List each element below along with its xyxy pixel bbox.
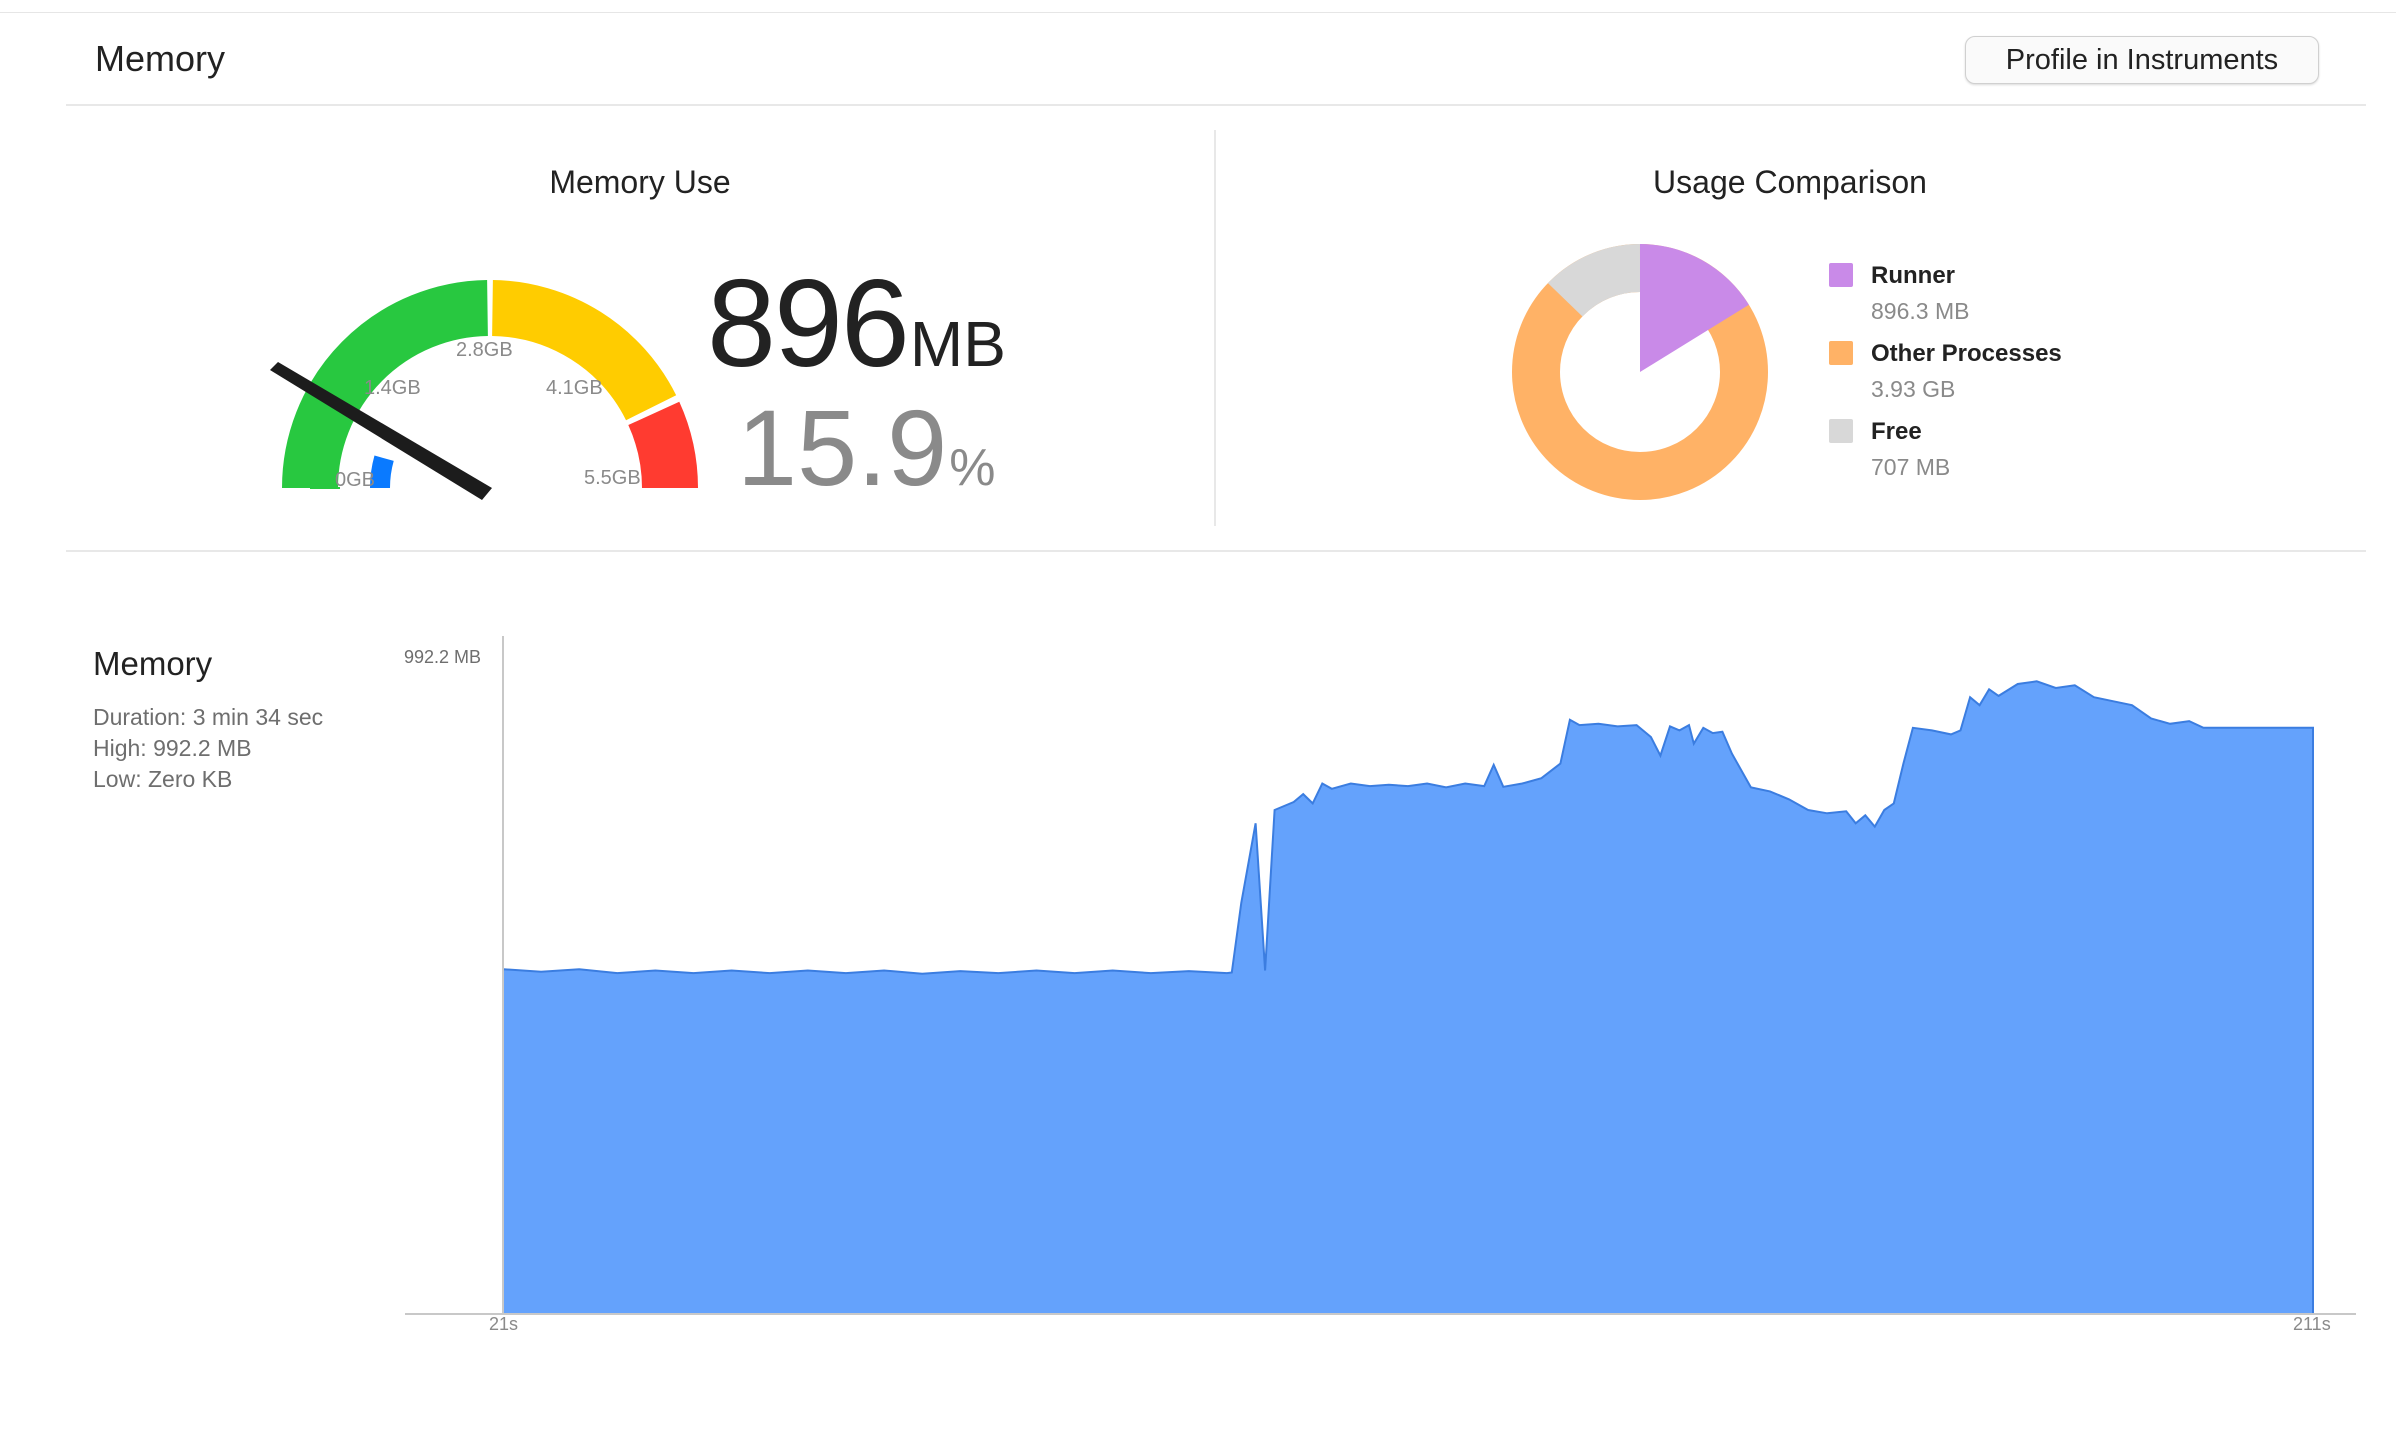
memory-history-chart: 992.2 MB 21s 211s [404,636,2356,1334]
y-max-label: 992.2 MB [404,647,481,667]
x-end-label: 211s [2293,1314,2331,1334]
memory-area-series [502,680,2314,1315]
x-start-label: 21s [489,1314,518,1334]
